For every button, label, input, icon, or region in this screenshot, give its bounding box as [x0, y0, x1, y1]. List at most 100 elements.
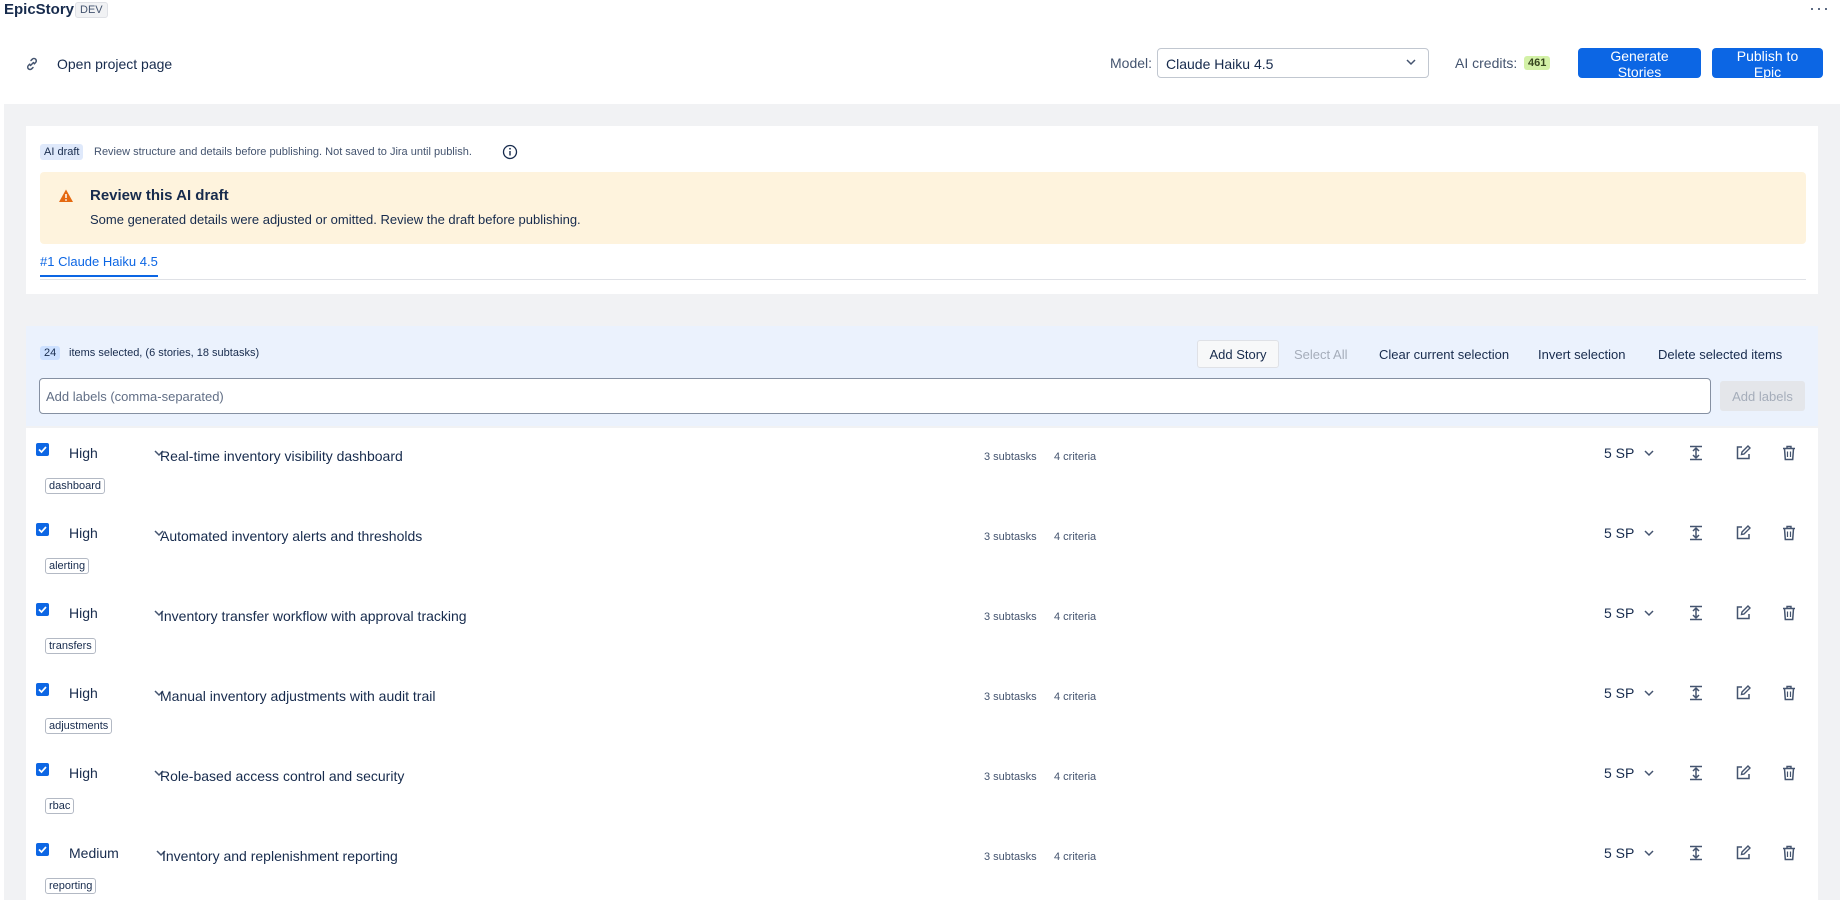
edit-icon[interactable]: [1734, 844, 1752, 862]
criteria-count: 4 criteria: [1054, 611, 1097, 623]
selection-panel: 24 items selected, (6 stories, 18 subtas…: [26, 326, 1818, 426]
chevron-down-icon: [1406, 59, 1416, 66]
trash-icon[interactable]: [1780, 764, 1798, 782]
link-icon[interactable]: [24, 56, 40, 72]
expand-icon[interactable]: [1687, 764, 1705, 782]
story-title[interactable]: Automated inventory alerts and threshold…: [160, 528, 422, 544]
priority-select[interactable]: High: [69, 685, 98, 701]
edit-icon[interactable]: [1734, 524, 1752, 542]
warning-text: Some generated details were adjusted or …: [90, 212, 581, 227]
expand-icon[interactable]: [1687, 844, 1705, 862]
subtasks-count: 3 subtasks: [984, 771, 1037, 783]
story-checkbox[interactable]: [36, 683, 49, 696]
expand-icon[interactable]: [1687, 604, 1705, 622]
story-row: High Role-based access control and secur…: [26, 748, 1818, 828]
story-points-select[interactable]: 5 SP: [1604, 525, 1634, 541]
credits-badge: 461: [1524, 56, 1551, 70]
check-icon: [38, 526, 47, 534]
priority-select[interactable]: High: [69, 525, 98, 541]
subtasks-count: 3 subtasks: [984, 531, 1037, 543]
story-title[interactable]: Role-based access control and security: [160, 768, 404, 784]
story-title[interactable]: Real-time inventory visibility dashboard: [160, 448, 403, 464]
story-title[interactable]: Inventory transfer workflow with approva…: [160, 608, 467, 624]
story-points-select[interactable]: 5 SP: [1604, 765, 1634, 781]
app-title: EpicStory: [4, 1, 75, 18]
expand-icon[interactable]: [1687, 524, 1705, 542]
trash-icon[interactable]: [1780, 524, 1798, 542]
check-icon: [38, 766, 47, 774]
story-label-tag[interactable]: transfers: [45, 638, 96, 654]
story-row: Medium Inventory and replenishment repor…: [26, 828, 1818, 900]
chevron-down-icon[interactable]: [1642, 686, 1656, 700]
story-checkbox[interactable]: [36, 603, 49, 616]
criteria-count: 4 criteria: [1054, 451, 1097, 463]
story-checkbox[interactable]: [36, 443, 49, 456]
generate-stories-button[interactable]: Generate Stories: [1578, 48, 1701, 80]
tab-draft-1[interactable]: #1 Claude Haiku 4.5: [40, 254, 158, 277]
priority-select[interactable]: High: [69, 765, 98, 781]
story-label-tag[interactable]: alerting: [45, 558, 90, 574]
edit-icon[interactable]: [1734, 604, 1752, 622]
info-icon[interactable]: [502, 144, 518, 160]
story-points-select[interactable]: 5 SP: [1604, 445, 1634, 461]
priority-select[interactable]: Medium: [69, 845, 119, 861]
trash-icon[interactable]: [1780, 684, 1798, 702]
clear-selection-button[interactable]: Clear current selection: [1379, 340, 1509, 368]
expand-icon[interactable]: [1687, 444, 1705, 462]
edit-icon[interactable]: [1734, 444, 1752, 462]
story-title[interactable]: Inventory and replenishment reporting: [162, 848, 398, 864]
edit-icon[interactable]: [1734, 684, 1752, 702]
chevron-down-icon[interactable]: [1642, 606, 1656, 620]
chevron-down-icon[interactable]: [1642, 846, 1656, 860]
draft-tabs: #1 Claude Haiku 4.5: [40, 252, 1806, 280]
ai-draft-badge: AI draft: [40, 144, 84, 160]
select-all-button[interactable]: Select All: [1294, 340, 1347, 368]
open-project-link[interactable]: Open project page: [57, 56, 172, 72]
delete-selected-button[interactable]: Delete selected items: [1658, 340, 1782, 368]
publish-to-epic-button[interactable]: Publish to Epic: [1712, 48, 1823, 80]
env-badge: DEV: [75, 2, 108, 18]
model-select[interactable]: Claude Haiku 4.5: [1157, 48, 1429, 78]
subtasks-count: 3 subtasks: [984, 451, 1037, 463]
story-points-select[interactable]: 5 SP: [1604, 685, 1634, 701]
story-label-tag[interactable]: dashboard: [45, 478, 105, 494]
expand-icon[interactable]: [1687, 684, 1705, 702]
warning-banner: Review this AI draft Some generated deta…: [40, 172, 1806, 244]
criteria-count: 4 criteria: [1054, 691, 1097, 703]
invert-selection-button[interactable]: Invert selection: [1538, 340, 1625, 368]
add-labels-button[interactable]: Add labels: [1720, 381, 1805, 411]
story-row: High Inventory transfer workflow with ap…: [26, 588, 1818, 668]
more-options-icon[interactable]: ···: [1809, 0, 1830, 19]
story-label-tag[interactable]: adjustments: [45, 718, 113, 734]
story-checkbox[interactable]: [36, 843, 49, 856]
edit-icon[interactable]: [1734, 764, 1752, 782]
chevron-down-icon[interactable]: [1642, 766, 1656, 780]
priority-select[interactable]: High: [69, 445, 98, 461]
story-row: High Manual inventory adjustments with a…: [26, 668, 1818, 748]
credits-label: AI credits:: [1455, 55, 1518, 71]
story-label-tag[interactable]: reporting: [45, 878, 97, 894]
trash-icon[interactable]: [1780, 844, 1798, 862]
draft-note: Review structure and details before publ…: [94, 146, 472, 158]
story-title[interactable]: Manual inventory adjustments with audit …: [160, 688, 435, 704]
story-checkbox[interactable]: [36, 523, 49, 536]
subtasks-count: 3 subtasks: [984, 851, 1037, 863]
chevron-down-icon[interactable]: [1642, 526, 1656, 540]
story-row: High Real-time inventory visibility dash…: [26, 428, 1818, 508]
check-icon: [38, 606, 47, 614]
chevron-down-icon[interactable]: [1642, 446, 1656, 460]
story-label-tag[interactable]: rbac: [45, 798, 75, 814]
priority-select[interactable]: High: [69, 605, 98, 621]
criteria-count: 4 criteria: [1054, 851, 1097, 863]
story-row: High Automated inventory alerts and thre…: [26, 508, 1818, 588]
story-points-select[interactable]: 5 SP: [1604, 605, 1634, 621]
trash-icon[interactable]: [1780, 444, 1798, 462]
story-checkbox[interactable]: [36, 763, 49, 776]
selected-count-badge: 24: [40, 346, 61, 360]
subtasks-count: 3 subtasks: [984, 611, 1037, 623]
story-points-select[interactable]: 5 SP: [1604, 845, 1634, 861]
labels-input[interactable]: [39, 378, 1711, 414]
model-label: Model:: [1110, 55, 1153, 71]
add-story-button[interactable]: Add Story: [1197, 340, 1279, 368]
trash-icon[interactable]: [1780, 604, 1798, 622]
